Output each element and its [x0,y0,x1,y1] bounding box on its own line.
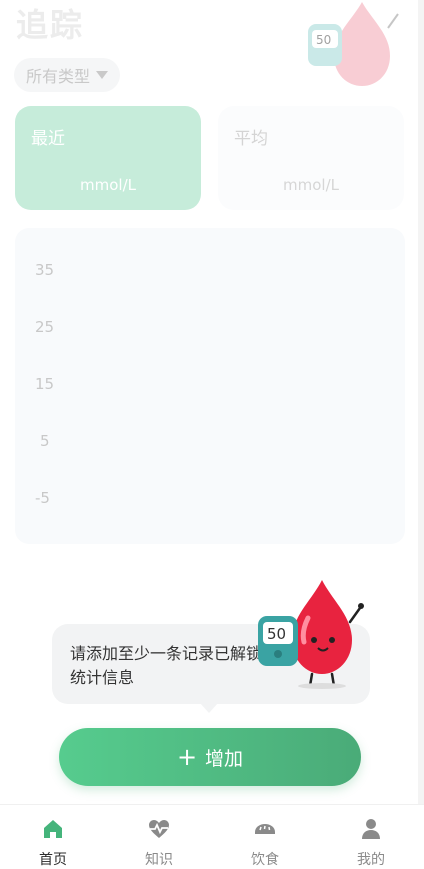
blood-drop-mascot-icon: 50 [258,580,364,689]
type-filter-label: 所有类型 [26,67,91,86]
recent-label: 最近 [31,129,65,149]
tooltip-pointer [200,703,218,713]
tab-home-label: 首页 [39,852,67,868]
average-unit: mmol/L [283,176,339,194]
tab-knowledge-label: 知识 [145,852,173,868]
user-icon [362,819,380,839]
plus-icon: + [176,743,198,771]
recent-unit: mmol/L [80,176,136,194]
average-reading-card: 平均 mmol/L [218,106,404,210]
y-tick-label: 25 [35,318,55,336]
svg-text:50: 50 [316,33,331,47]
tab-knowledge[interactable]: 知识 [106,805,212,868]
bread-icon [255,824,275,834]
tab-profile[interactable]: 我的 [318,805,424,868]
tab-diet[interactable]: 饮食 [212,805,318,868]
page-title: 追踪 [16,6,85,44]
caret-down-icon [96,71,109,79]
y-tick-label: -5 [35,489,50,507]
blood-drop-mascot-icon: 50 [308,2,399,86]
average-label: 平均 [234,129,268,149]
recent-reading-card: 最近 mmol/L [15,106,201,210]
right-edge-strip [418,0,424,804]
type-filter-dropdown[interactable]: 所有类型 [14,58,121,92]
home-icon [44,820,62,838]
empty-state-message: 请添加至少一条记录已解锁统计信息 [70,644,263,687]
add-record-button[interactable]: + 增加 [59,728,361,786]
y-tick-label: 15 [35,375,55,393]
tab-home[interactable]: 首页 [0,805,106,868]
add-record-label: 增加 [205,747,244,770]
y-tick-label: 5 [40,432,50,450]
tab-profile-label: 我的 [357,852,385,868]
glucose-chart: 35 25 15 5 -5 [15,228,405,544]
y-tick-label: 35 [35,261,55,279]
svg-text:50: 50 [267,625,286,643]
bottom-tab-bar: 首页 知识 饮食 我的 [0,804,424,868]
tab-diet-label: 饮食 [251,852,279,868]
heartbeat-icon [149,820,169,838]
